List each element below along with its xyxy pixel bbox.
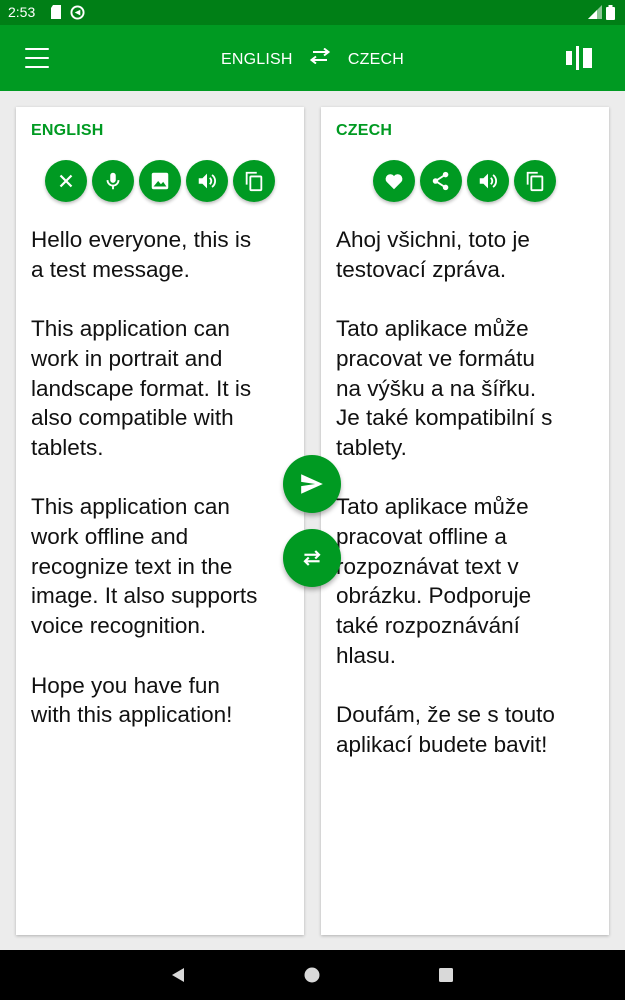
target-language-label[interactable]: CZECH [348,51,404,69]
source-action-row [45,160,275,202]
source-panel-title: ENGLISH [31,122,104,139]
clear-button[interactable] [45,160,87,202]
image-icon [151,172,169,190]
source-text[interactable]: Hello everyone, this is a test message. … [31,225,293,730]
speak-target-button[interactable] [467,160,509,202]
share-button[interactable] [420,160,462,202]
target-action-row [373,160,556,202]
clear-icon [59,174,73,188]
sd-card-icon [51,5,61,19]
language-switcher: ENGLISH CZECH [0,47,625,69]
target-panel: CZECH Ahoj všichni, toto je testovací zp… [321,107,609,935]
swap-icon [303,550,321,566]
copy-target-button[interactable] [514,160,556,202]
source-panel: ENGLISH Hello everyone, this is a test m… [16,107,304,935]
microphone-button[interactable] [92,160,134,202]
copy-icon [245,171,263,192]
home-icon[interactable] [302,965,322,985]
recents-icon[interactable] [436,965,456,985]
status-bar: 2:53 [0,0,625,25]
back-icon[interactable] [168,965,188,985]
speak-source-button[interactable] [186,160,228,202]
target-panel-title: CZECH [336,122,393,139]
image-button[interactable] [139,160,181,202]
copy-icon [526,171,544,192]
source-language-label[interactable]: ENGLISH [221,51,293,69]
swap-text-button[interactable] [283,529,341,587]
sync-icon [70,5,85,20]
app-toolbar: ENGLISH CZECH [0,25,625,91]
favorite-button[interactable] [373,160,415,202]
swap-languages-icon[interactable] [309,47,331,65]
status-time: 2:53 [8,4,36,20]
signal-icon [588,5,602,19]
speaker-icon [479,173,497,189]
layout-toggle-icon[interactable] [566,46,592,70]
speaker-icon [198,173,216,189]
heart-icon [385,174,403,190]
translate-button[interactable] [283,455,341,513]
system-nav-bar [0,950,625,1000]
share-icon [432,171,449,191]
target-text: Ahoj všichni, toto je testovací zpráva. … [336,227,555,757]
copy-source-button[interactable] [233,160,275,202]
send-icon [301,474,323,494]
microphone-icon [106,172,120,190]
battery-icon [606,5,615,20]
